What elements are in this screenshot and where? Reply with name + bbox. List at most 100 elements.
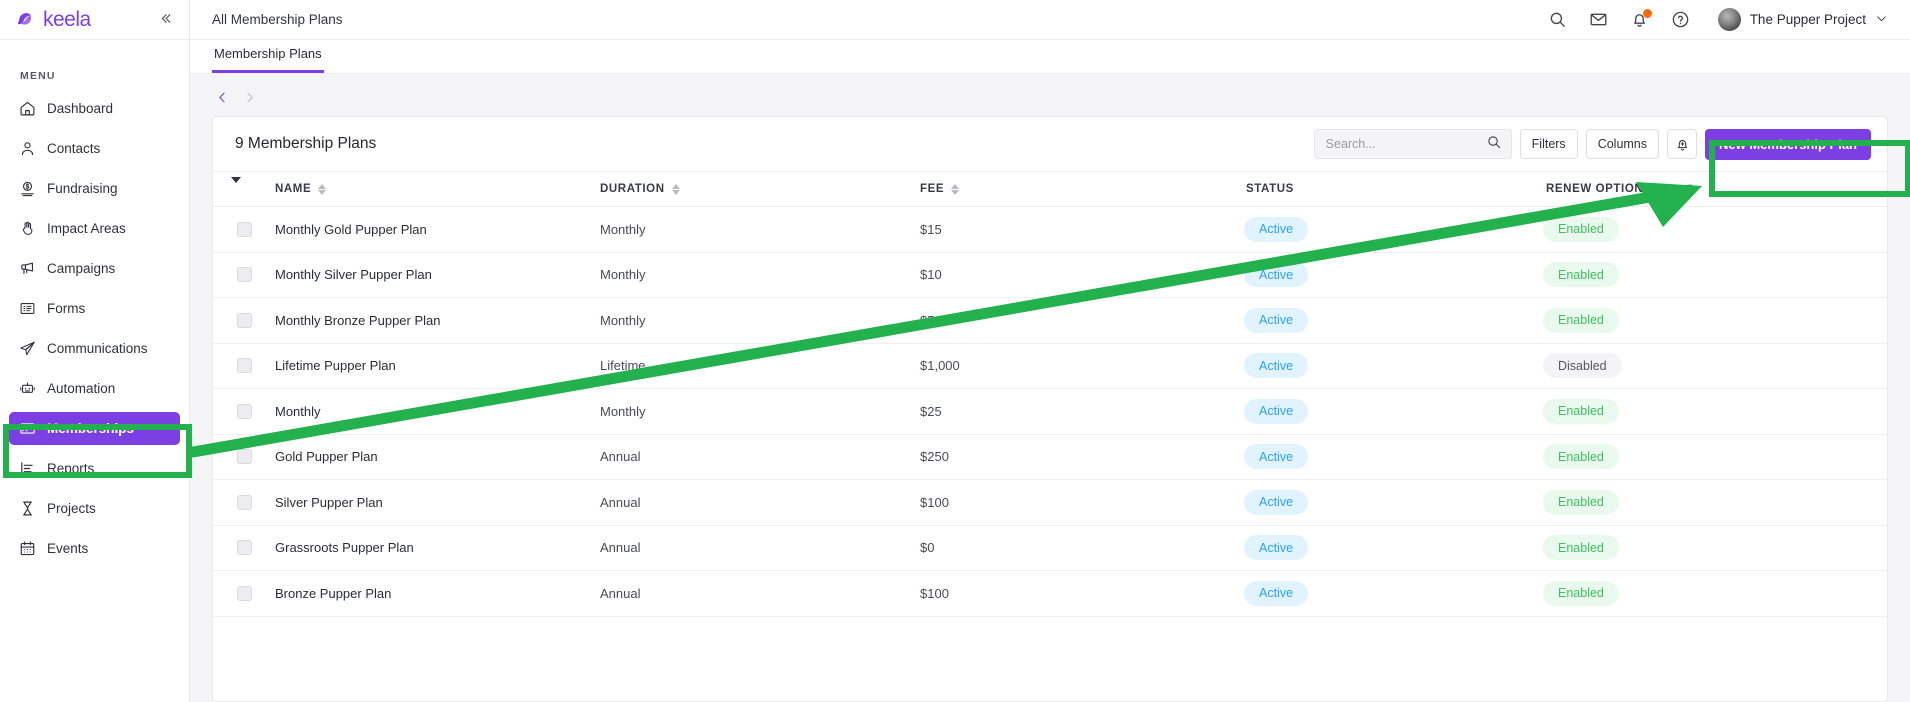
cell-fee-text: $100	[920, 494, 949, 510]
top-bar-actions: The Pupper Project	[1548, 8, 1888, 31]
cell-renew-option: Enabled	[1540, 297, 1887, 344]
row-checkbox-cell[interactable]	[213, 570, 275, 617]
chevron-left-icon[interactable]	[216, 90, 228, 104]
row-checkbox[interactable]	[237, 449, 252, 465]
cell-fee: $10	[920, 252, 1240, 298]
donation-icon	[19, 180, 36, 197]
cell-name: Silver Pupper Plan	[275, 479, 600, 526]
help-circle-icon[interactable]	[1671, 10, 1690, 29]
column-header-status: STATUS	[1240, 171, 1540, 207]
sidebar-item-forms[interactable]: Forms	[9, 292, 180, 325]
search-icon[interactable]	[1548, 10, 1567, 29]
sidebar-item-campaigns[interactable]: Campaigns	[9, 252, 180, 285]
table-row[interactable]: Lifetime Pupper Plan Lifetime $1,000 Active…	[213, 343, 1887, 389]
sidebar-collapse-icon[interactable]	[156, 9, 175, 31]
mail-icon[interactable]	[1589, 10, 1608, 29]
cell-name-text: Bronze Pupper Plan	[275, 585, 392, 601]
row-checkbox-cell[interactable]	[213, 343, 275, 389]
sidebar-item-contacts[interactable]: Contacts	[9, 132, 180, 165]
sidebar-item-label: Reports	[47, 461, 95, 476]
row-checkbox[interactable]	[237, 494, 252, 510]
sidebar-item-communications[interactable]: Communications	[9, 332, 180, 365]
table-row[interactable]: Monthly Bronze Pupper Plan Monthly $5 Activ…	[213, 297, 1887, 344]
sidebar-item-memberships[interactable]: Memberships	[9, 412, 180, 445]
sidebar-item-reports[interactable]: Reports	[9, 452, 180, 485]
cell-name-text: Monthly Silver Pupper Plan	[275, 267, 432, 283]
tab-bar: Membership Plans	[190, 40, 1910, 74]
cell-duration: Monthly	[600, 388, 920, 435]
row-checkbox[interactable]	[237, 221, 252, 237]
row-checkbox[interactable]	[237, 312, 252, 328]
menu-heading: MENU	[20, 70, 56, 82]
bell-icon[interactable]	[1630, 9, 1652, 29]
select-all-header[interactable]	[213, 171, 275, 207]
row-checkbox-cell[interactable]	[213, 388, 275, 435]
caret-down-icon[interactable]	[231, 177, 241, 195]
cell-status: Active	[1240, 343, 1540, 389]
sort-icon[interactable]	[318, 183, 327, 195]
row-checkbox[interactable]	[237, 403, 252, 419]
search-box[interactable]	[1313, 129, 1512, 159]
row-checkbox[interactable]	[237, 358, 252, 374]
table-row[interactable]: Silver Pupper Plan Annual $100 Active Enable…	[213, 479, 1887, 526]
column-header-name[interactable]: NAME	[275, 171, 600, 207]
new-membership-plan-button[interactable]: New Membership Plan	[1705, 128, 1871, 160]
cell-renew-option: Enabled	[1540, 525, 1887, 571]
bell-plus-icon[interactable]	[1667, 129, 1698, 159]
row-checkbox[interactable]	[237, 585, 252, 601]
renew-option-badge: Enabled	[1543, 398, 1619, 424]
table-row[interactable]: Monthly Gold Pupper Plan Monthly $15 Active…	[213, 206, 1887, 253]
cell-name: Monthly	[275, 388, 600, 435]
row-checkbox-cell[interactable]	[213, 525, 275, 571]
sidebar-item-automation[interactable]: Automation	[9, 372, 180, 405]
row-checkbox[interactable]	[237, 540, 252, 556]
membership-plans-table-wrap: NAME DURATION FEE STATUS RENEW OPTION Mo…	[213, 171, 1887, 701]
row-checkbox-cell[interactable]	[213, 206, 275, 253]
cell-fee-text: $15	[920, 221, 942, 237]
status-badge: Active	[1244, 353, 1309, 379]
cell-duration: Annual	[600, 434, 920, 480]
cell-status: Active	[1240, 206, 1540, 253]
renew-option-badge: Enabled	[1543, 444, 1619, 470]
cell-fee: $0	[920, 525, 1240, 571]
cell-name: Monthly Bronze Pupper Plan	[275, 297, 600, 344]
cell-renew-option: Enabled	[1540, 434, 1887, 480]
sidebar-item-fundraising[interactable]: Fundraising	[9, 172, 180, 205]
row-checkbox-cell[interactable]	[213, 252, 275, 298]
tab-membership-plans[interactable]: Membership Plans	[212, 46, 324, 73]
renew-option-badge: Enabled	[1543, 307, 1619, 333]
org-switcher[interactable]: The Pupper Project	[1717, 8, 1888, 31]
sidebar-item-projects[interactable]: Projects	[9, 492, 180, 525]
cell-renew-option: Disabled	[1540, 343, 1887, 389]
row-checkbox[interactable]	[237, 267, 252, 283]
chevron-right-icon[interactable]	[243, 90, 255, 104]
table-row[interactable]: Grassroots Pupper Plan Annual $0 Active Enab…	[213, 525, 1887, 571]
search-icon[interactable]	[1486, 134, 1502, 155]
cell-duration-text: Monthly	[600, 267, 646, 283]
table-row[interactable]: Bronze Pupper Plan Annual $100 Active Enable…	[213, 570, 1887, 617]
toolbar-actions: Filters Columns New Membership Plan	[1313, 128, 1871, 160]
sidebar-item-dashboard[interactable]: Dashboard	[9, 92, 180, 125]
cell-renew-option: Enabled	[1540, 388, 1887, 435]
status-badge: Active	[1244, 444, 1309, 470]
sidebar-item-label: Events	[47, 541, 89, 556]
filters-button[interactable]: Filters	[1519, 129, 1578, 159]
search-input[interactable]	[1325, 137, 1480, 151]
sort-icon[interactable]	[671, 183, 680, 195]
cell-fee: $1,000	[920, 343, 1240, 389]
columns-button[interactable]: Columns	[1585, 129, 1660, 159]
cell-name-text: Monthly Gold Pupper Plan	[275, 221, 427, 237]
sort-icon[interactable]	[951, 183, 960, 195]
column-header-duration[interactable]: DURATION	[600, 171, 920, 207]
table-row[interactable]: Monthly Silver Pupper Plan Monthly $10 Acti…	[213, 252, 1887, 298]
sidebar-item-events[interactable]: Events	[9, 532, 180, 565]
row-checkbox-cell[interactable]	[213, 479, 275, 526]
cell-name: Monthly Silver Pupper Plan	[275, 252, 600, 298]
table-row[interactable]: Monthly Monthly $25 Active Enabled	[213, 388, 1887, 435]
cell-renew-option: Enabled	[1540, 206, 1887, 253]
table-row[interactable]: Gold Pupper Plan Annual $250 Active Enabled	[213, 434, 1887, 480]
row-checkbox-cell[interactable]	[213, 434, 275, 480]
sidebar-item-impact-areas[interactable]: Impact Areas	[9, 212, 180, 245]
row-checkbox-cell[interactable]	[213, 297, 275, 344]
column-header-fee[interactable]: FEE	[920, 171, 1240, 207]
